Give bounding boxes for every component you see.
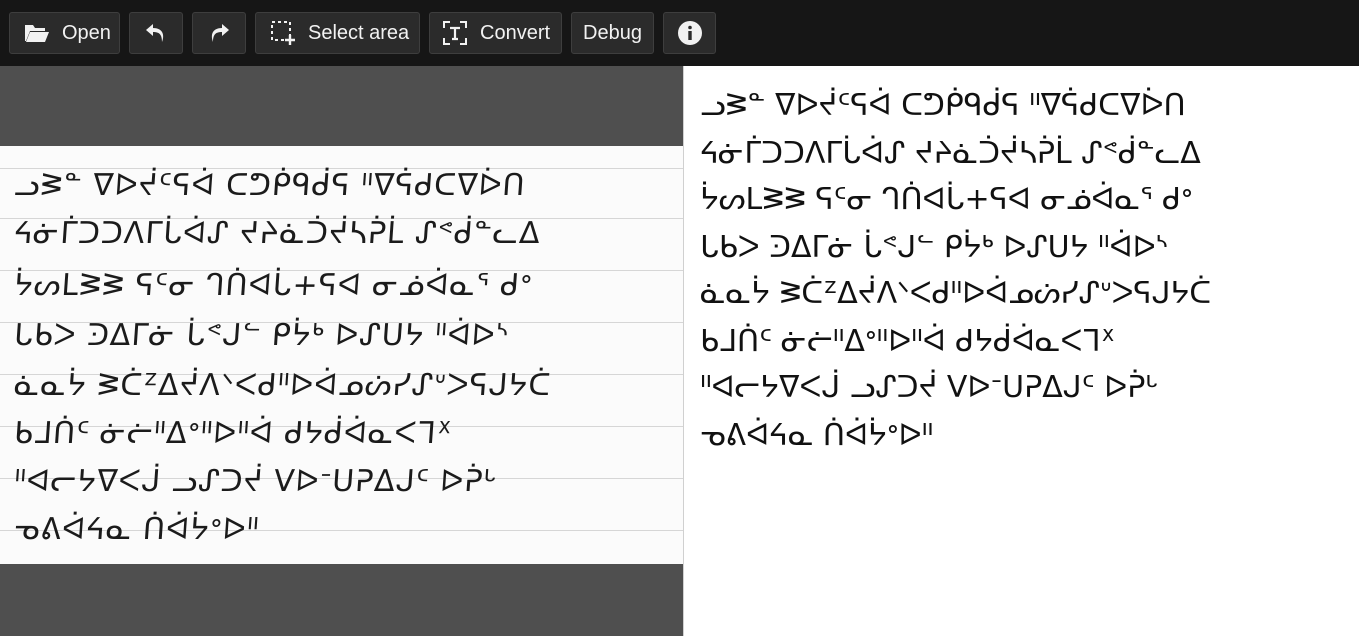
select-area-label: Select area: [308, 21, 410, 44]
info-icon: [677, 20, 703, 46]
redo-button[interactable]: [192, 12, 246, 54]
debug-button[interactable]: Debug: [571, 12, 654, 54]
handwritten-line: ᔮᔕᒪᕒᕒ ᕋᑦᓂ ᒉᑏᐊᒑ+ᕋᐊ ᓂᓅᐋᓇᕐ ᑯᐤ: [12, 268, 534, 303]
debug-label: Debug: [583, 21, 642, 44]
output-line: ᓗᕒᓐ ᐁᐅᔫᑦᕋᐋ ᑕᕤᑮᑫᑰᕋ ᐦᐁᕌᑯᑕᐁᐆᑎ: [700, 88, 1186, 123]
output-line: ᔦᓃᒦᑐᑐᐱᒥᒑᐋᔑ ᔪᔨᓈᑑᔫᓴᕉᒫ ᔑᕝᑰᓐᓚᐃ: [700, 136, 1201, 171]
folder-open-icon: [24, 22, 50, 44]
handwritten-page-image[interactable]: ᓗᕒᓐ ᐁᐅᔫᑦᕋᐋ ᑕᕤᑮᑫᑰᕋ ᐦᐁᕌᑯᑕᐁᐆᑎ ᔦᓃᒦᑐᑐᐱᒥᒑᐋᔑ ᔪᔨ…: [0, 146, 683, 564]
handwritten-line: ᑲᒧᑏᑦ ᓃᓖᐦᐃᐤᐦᐅᐦᐋ ᑯᔭᑰᐋᓇᐸᒣᕽ: [12, 416, 454, 451]
convert-button[interactable]: Convert: [429, 12, 562, 54]
redo-icon: [207, 22, 231, 44]
output-line: ᑲᒧᑏᑦ ᓃᓖᐦᐃᐤᐦᐅᐦᐋ ᑯᔭᑰᐋᓇᐸᒣᕽ: [700, 324, 1116, 359]
output-line: ᔮᔕᒪᕒᕒ ᕋᑦᓂ ᒉᑏᐊᒑ+ᕋᐊ ᓂᓅᐋᓇᕐ ᑯᐤ: [700, 182, 1193, 217]
select-area-button[interactable]: Select area: [255, 12, 420, 54]
handwritten-line: ᓗᕒᓐ ᐁᐅᔫᑦᕋᐋ ᑕᕤᑮᑫᑰᕋ ᐦᐁᕌᑯᑕᐁᐆᑎ: [12, 168, 527, 203]
image-pane[interactable]: ᓗᕒᓐ ᐁᐅᔫᑦᕋᐋ ᑕᕤᑮᑫᑰᕋ ᐦᐁᕌᑯᑕᐁᐆᑎ ᔦᓃᒦᑐᑐᐱᒥᒑᐋᔑ ᔪᔨ…: [0, 66, 683, 636]
open-label: Open: [62, 21, 111, 44]
undo-icon: [144, 22, 168, 44]
convert-label: Convert: [480, 21, 551, 44]
toolbar: Open Select area Convert Debug: [0, 0, 1359, 66]
undo-button[interactable]: [129, 12, 183, 54]
handwritten-line: ᔦᓃᒦᑐᑐᐱᒥᒑᐋᔑ ᔪᔨᓈᑑᔫᓴᕉᒫ ᔑᕝᑰᓐᓚᐃ: [12, 216, 542, 251]
handwritten-line: ᐦᐊᓕᔭᐁᐸᒎ ᓗᔑᑐᔫ ᐯᐅᐨᑌᕈᐃᒍᑦ ᐅᕉᒡ: [12, 464, 499, 499]
select-area-icon: [270, 20, 296, 46]
output-line: ᒐᑲᐳ ᑔᐃᒥᓃ ᒑᕝᒍᓪ ᑭᔮᒃ ᐅᔑᑌᔭ ᐦᐋᐅᔅ: [700, 230, 1169, 265]
handwritten-line: ᓀᕕᐋᔦᓇ ᑏᐋᔮᐤᐅᐦ: [12, 512, 261, 547]
handwritten-line: ᒐᑲᐳ ᑔᐃᒥᓃ ᒑᕝᒍᓪ ᑭᔮᒃ ᐅᔑᑌᔭ ᐦᐋᐅᔅ: [12, 318, 511, 353]
output-line: ᓀᕕᐋᔦᓇ ᑏᐋᔮᐤᐅᐦ: [700, 418, 934, 453]
info-button[interactable]: [663, 12, 716, 54]
open-button[interactable]: Open: [9, 12, 120, 54]
handwritten-line: ᓈᓇᔮ ᕒᑖᙆᐃᔫᐱᐠᐸᑯᐦᐅᐋᓄᔖᓯᔑᐡᐳᕋᒍᔭᑖ: [12, 368, 553, 403]
output-line: ᓈᓇᔮ ᕒᑖᙆᐃᔫᐱᐠᐸᑯᐦᐅᐋᓄᔖᓯᔑᐡᐳᕋᒍᔭᑖ: [700, 276, 1212, 311]
output-text-pane[interactable]: ᓗᕒᓐ ᐁᐅᔫᑦᕋᐋ ᑕᕤᑮᑫᑰᕋ ᐦᐁᕌᑯᑕᐁᐆᑎ ᔦᓃᒦᑐᑐᐱᒥᒑᐋᔑ ᔪᔨ…: [683, 66, 1359, 636]
output-line: ᐦᐊᓕᔭᐁᐸᒎ ᓗᔑᑐᔫ ᐯᐅᐨᑌᕈᐃᒍᑦ ᐅᕉᒡ: [700, 370, 1159, 405]
text-convert-icon: [442, 20, 468, 46]
